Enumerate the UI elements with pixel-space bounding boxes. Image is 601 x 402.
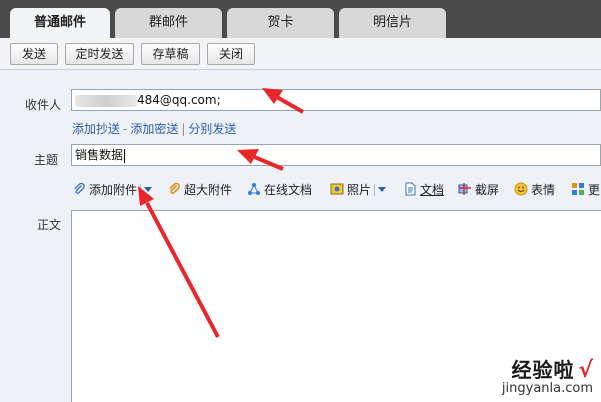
- paperclip-icon: [169, 182, 180, 195]
- compose-form: 收件人 484@qq.com; 添加抄送 - 添加密送 | 分别发送 主题 销售数据 添…: [0, 71, 601, 402]
- divider: [140, 184, 142, 196]
- screenshot-label: 截屏: [475, 183, 500, 197]
- emoji-button[interactable]: 表情: [514, 180, 555, 200]
- recipient-input[interactable]: 484@qq.com;: [71, 89, 601, 111]
- recipient-value: 484@qq.com;: [137, 93, 221, 107]
- scissors-icon: [458, 183, 471, 195]
- body-label: 正文: [37, 218, 62, 232]
- document-button[interactable]: 文档: [403, 180, 444, 200]
- more-button[interactable]: 更: [571, 180, 600, 200]
- photo-button[interactable]: 照片: [330, 180, 387, 200]
- watermark-text: 经验啦: [511, 358, 575, 382]
- large-attachment-label: 超大附件: [184, 183, 233, 197]
- subject-value: 销售数据: [75, 148, 124, 162]
- photo-label: 照片: [347, 183, 372, 197]
- send-button[interactable]: 发送: [10, 43, 58, 65]
- online-doc-label: 在线文档: [264, 183, 313, 197]
- screenshot-button[interactable]: 截屏: [458, 180, 499, 200]
- redacted-address: [75, 94, 137, 107]
- checkmark-icon: √: [578, 358, 593, 383]
- watermark: 经验啦 √ jingyanla.com: [502, 354, 593, 396]
- link-separator: |: [181, 122, 186, 136]
- chevron-down-icon[interactable]: [144, 187, 153, 192]
- scheduled-send-button[interactable]: 定时发送: [65, 43, 134, 65]
- add-cc-link[interactable]: 添加抄送: [72, 122, 120, 136]
- recipient-options: 添加抄送 - 添加密送 | 分别发送: [72, 120, 236, 137]
- tab-postcard[interactable]: 明信片: [339, 8, 446, 38]
- tab-normal-mail[interactable]: 普通邮件: [10, 8, 110, 39]
- document-label: 文档: [420, 183, 445, 197]
- divider: [374, 184, 376, 196]
- paperclip-icon: [74, 182, 85, 194]
- tab-bar: 普通邮件 群邮件 贺卡 明信片: [0, 0, 601, 39]
- compose-toolbar: 发送 定时发送 存草稿 关闭: [0, 38, 601, 70]
- more-label: 更: [588, 183, 601, 197]
- add-bcc-link[interactable]: 添加密送: [130, 122, 178, 136]
- chevron-down-icon[interactable]: [378, 187, 387, 192]
- tab-greeting-card[interactable]: 贺卡: [227, 8, 334, 38]
- share-nodes-icon: [248, 183, 260, 195]
- large-attachment-button[interactable]: 超大附件: [167, 180, 232, 200]
- recipient-label: 收件人: [25, 98, 62, 112]
- emoji-label: 表情: [531, 183, 556, 197]
- photo-icon: [330, 183, 344, 195]
- subject-label: 主题: [34, 153, 59, 167]
- add-attachment-button[interactable]: 添加附件: [72, 180, 153, 200]
- online-doc-button[interactable]: 在线文档: [247, 180, 312, 200]
- close-button[interactable]: 关闭: [207, 43, 255, 65]
- smiley-icon: [514, 182, 528, 196]
- add-attachment-label: 添加附件: [89, 183, 138, 197]
- tab-group-mail[interactable]: 群邮件: [115, 8, 222, 38]
- watermark-url: jingyanla.com: [501, 381, 593, 396]
- grid-apps-icon: [572, 183, 584, 195]
- subject-input[interactable]: 销售数据: [71, 144, 601, 166]
- text-cursor: [124, 148, 126, 163]
- send-separately-link[interactable]: 分别发送: [188, 122, 236, 136]
- link-separator: -: [123, 122, 128, 136]
- document-icon: [405, 182, 416, 196]
- save-draft-button[interactable]: 存草稿: [141, 43, 200, 65]
